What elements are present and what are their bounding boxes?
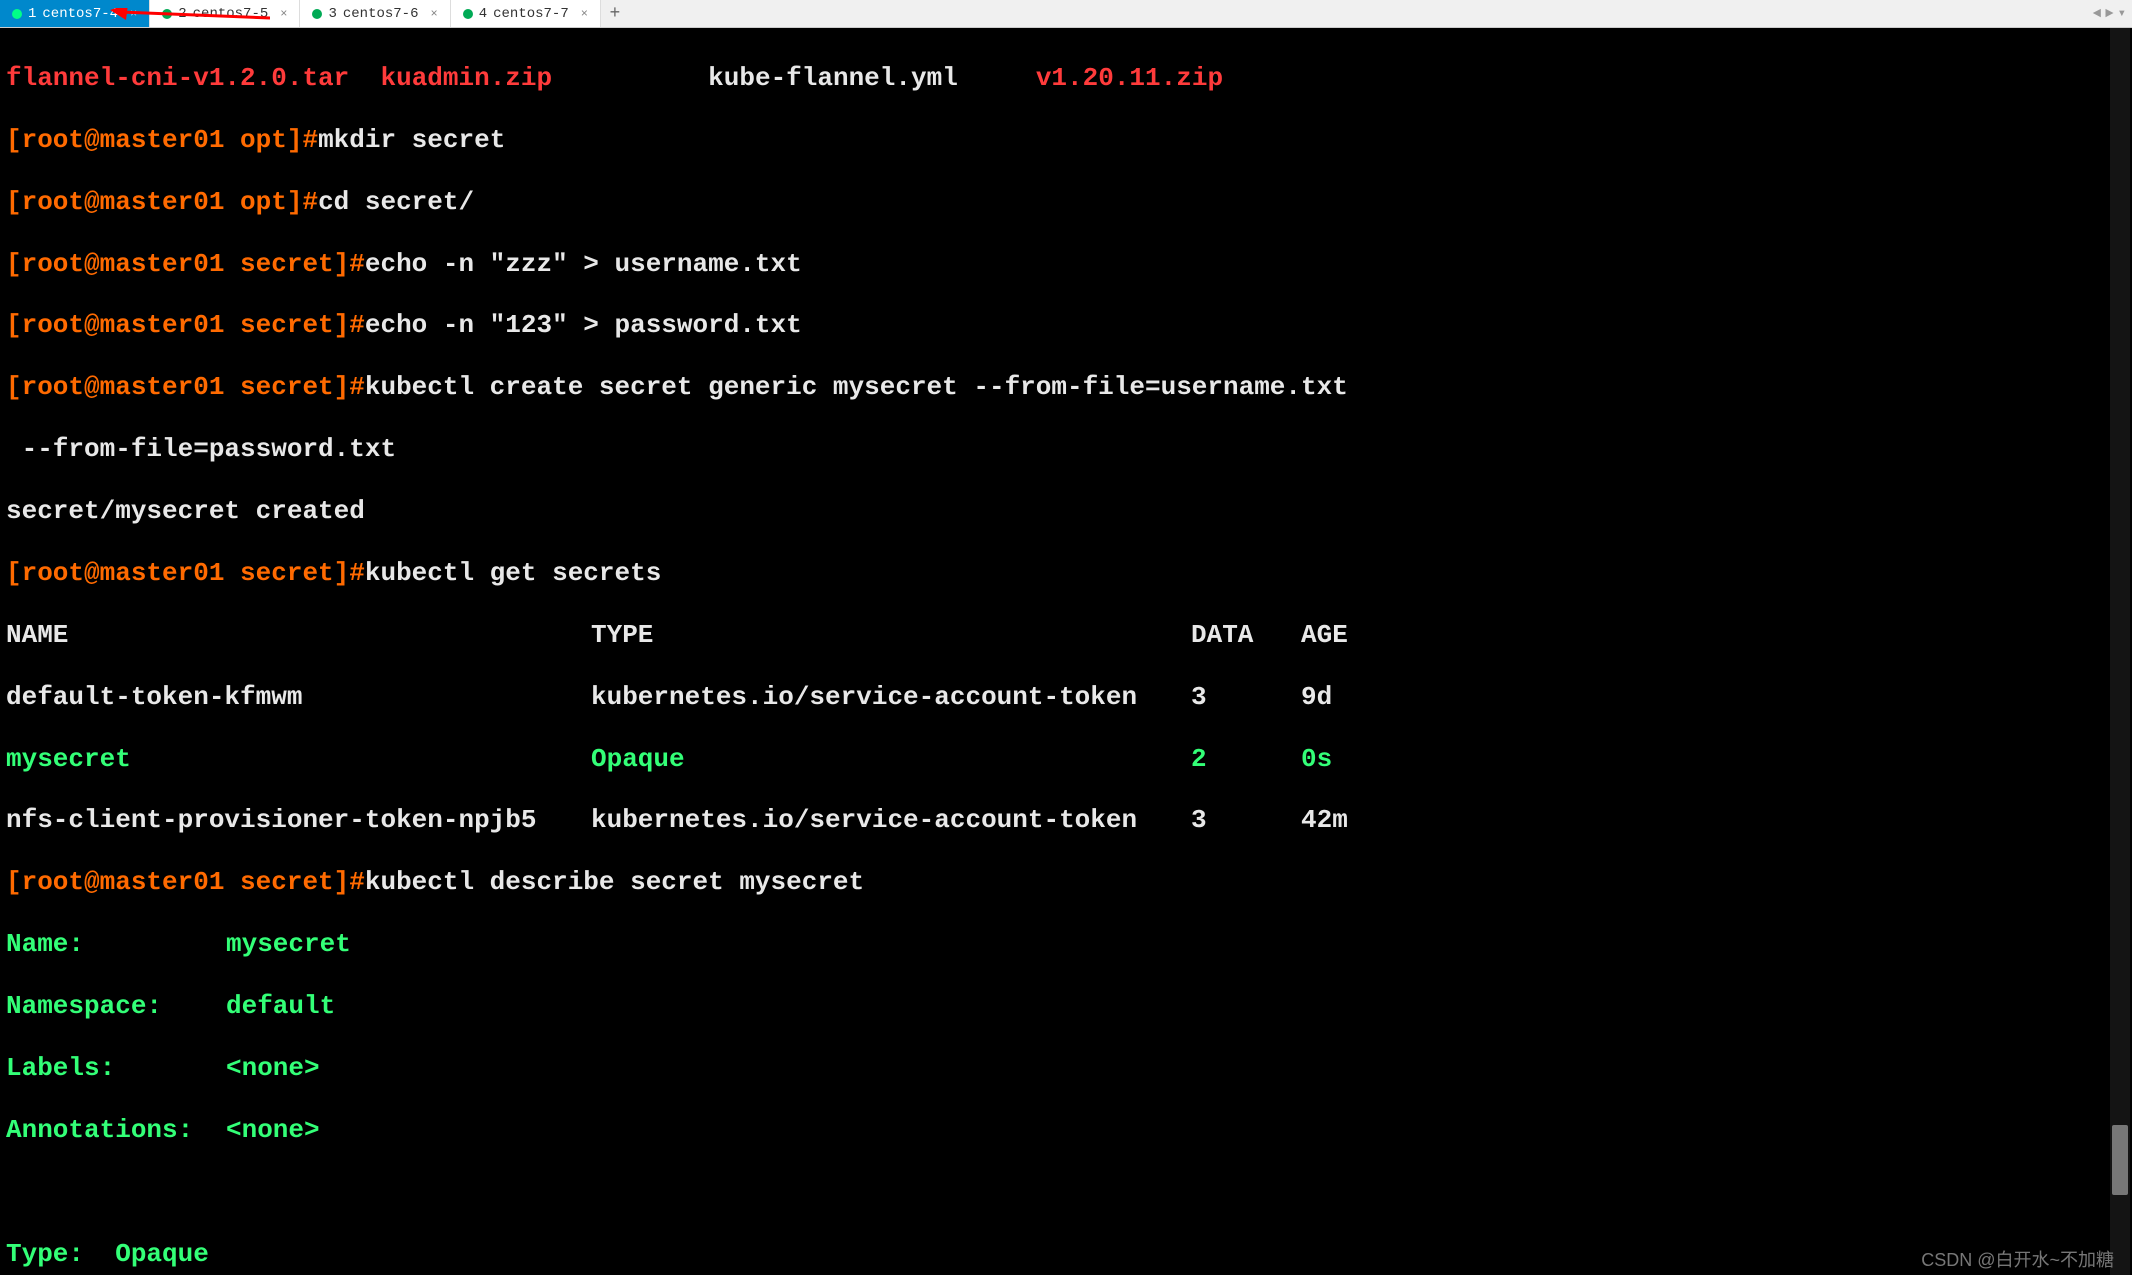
tab-index: 1 bbox=[28, 6, 36, 22]
tab-centos7-7[interactable]: 4 centos7-7 × bbox=[451, 0, 601, 27]
ls-file: flannel-cni-v1.2.0.tar bbox=[6, 63, 349, 93]
terminal-output[interactable]: flannel-cni-v1.2.0.tar kuadmin.zip kube-… bbox=[0, 28, 2132, 1275]
status-dot-icon bbox=[312, 9, 322, 19]
close-icon[interactable]: × bbox=[130, 7, 137, 21]
status-dot-icon bbox=[12, 9, 22, 19]
tab-nav: ◄ ► ▾ bbox=[2093, 0, 2126, 27]
shell-prompt: [root@master01 secret]# bbox=[6, 310, 365, 340]
command-text: echo -n "zzz" > username.txt bbox=[365, 249, 802, 279]
describe-annotations: Annotations:<none> bbox=[6, 1115, 2126, 1146]
watermark-text: CSDN @白开水~不加糖 bbox=[1921, 1250, 2114, 1271]
shell-prompt: [root@master01 secret]# bbox=[6, 558, 365, 588]
status-dot-icon bbox=[162, 9, 172, 19]
tab-label: centos7-7 bbox=[493, 6, 569, 22]
command-continuation: --from-file=password.txt bbox=[6, 434, 2126, 465]
add-tab-button[interactable]: + bbox=[601, 0, 629, 27]
close-icon[interactable]: × bbox=[431, 7, 438, 21]
command-text: cd secret/ bbox=[318, 187, 474, 217]
scrollbar[interactable] bbox=[2110, 28, 2130, 1275]
tab-index: 2 bbox=[178, 6, 186, 22]
tab-prev-icon[interactable]: ◄ bbox=[2093, 6, 2101, 22]
describe-name: Name:mysecret bbox=[6, 929, 2126, 960]
ls-file: v1.20.11.zip bbox=[1036, 63, 1223, 93]
command-text: kubectl get secrets bbox=[365, 558, 661, 588]
tab-centos7-4[interactable]: 1 centos7-4 × bbox=[0, 0, 150, 27]
command-text: kubectl describe secret mysecret bbox=[365, 867, 864, 897]
table-row: default-token-kfmwmkubernetes.io/service… bbox=[6, 682, 2126, 713]
close-icon[interactable]: × bbox=[280, 7, 287, 21]
tab-centos7-5[interactable]: 2 centos7-5 × bbox=[150, 0, 300, 27]
tab-label: centos7-6 bbox=[343, 6, 419, 22]
shell-prompt: [root@master01 secret]# bbox=[6, 372, 365, 402]
describe-type: Type: Opaque bbox=[6, 1239, 2126, 1270]
close-icon[interactable]: × bbox=[581, 7, 588, 21]
ls-file: kube-flannel.yml bbox=[708, 63, 958, 93]
command-text: kubectl create secret generic mysecret -… bbox=[365, 372, 1348, 402]
tab-index: 4 bbox=[479, 6, 487, 22]
shell-prompt: [root@master01 opt]# bbox=[6, 125, 318, 155]
shell-prompt: [root@master01 secret]# bbox=[6, 867, 365, 897]
ls-file: kuadmin.zip bbox=[380, 63, 552, 93]
table-row-highlighted: mysecretOpaque20s bbox=[6, 744, 2126, 775]
command-text: echo -n "123" > password.txt bbox=[365, 310, 802, 340]
tab-next-icon[interactable]: ► bbox=[2105, 6, 2113, 22]
tab-menu-icon[interactable]: ▾ bbox=[2118, 5, 2126, 22]
shell-prompt: [root@master01 opt]# bbox=[6, 187, 318, 217]
tab-label: centos7-5 bbox=[193, 6, 269, 22]
tab-label: centos7-4 bbox=[42, 6, 118, 22]
blank-line bbox=[6, 1177, 2126, 1208]
tab-centos7-6[interactable]: 3 centos7-6 × bbox=[300, 0, 450, 27]
table-header: NAMETYPEDATAAGE bbox=[6, 620, 2126, 651]
scrollbar-thumb[interactable] bbox=[2112, 1125, 2128, 1195]
command-text: mkdir secret bbox=[318, 125, 505, 155]
status-dot-icon bbox=[463, 9, 473, 19]
table-row: nfs-client-provisioner-token-npjb5kubern… bbox=[6, 805, 2126, 836]
describe-namespace: Namespace:default bbox=[6, 991, 2126, 1022]
tab-bar: 1 centos7-4 × 2 centos7-5 × 3 centos7-6 … bbox=[0, 0, 2132, 28]
tab-index: 3 bbox=[328, 6, 336, 22]
describe-labels: Labels:<none> bbox=[6, 1053, 2126, 1084]
shell-prompt: [root@master01 secret]# bbox=[6, 249, 365, 279]
output-text: secret/mysecret created bbox=[6, 496, 2126, 527]
